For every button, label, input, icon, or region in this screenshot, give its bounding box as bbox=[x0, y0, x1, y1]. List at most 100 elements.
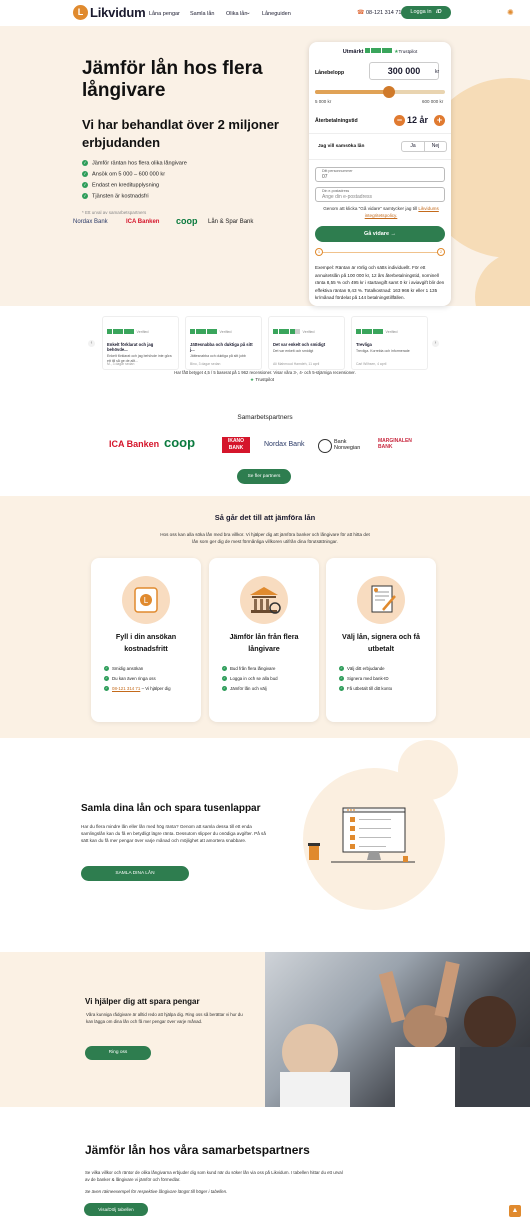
phone-link[interactable]: 08-121 314 71 bbox=[112, 686, 140, 691]
chevron-down-icon[interactable]: ⌄ bbox=[246, 10, 251, 16]
logo-text[interactable]: Likvidum bbox=[90, 5, 146, 20]
more-partners-button[interactable]: Se fler partners bbox=[237, 469, 291, 484]
step-2-indicator: 2 bbox=[437, 248, 445, 256]
step-card-compare: Jämför lån från flera långivare ✓ Bud frå… bbox=[209, 558, 319, 722]
nav-laneguiden[interactable]: Låneguiden bbox=[262, 11, 291, 17]
partner-coop: coop bbox=[164, 435, 196, 450]
amount-label: Lånebelopp bbox=[315, 70, 345, 76]
logo-ica-banken: ICA Banken bbox=[126, 219, 160, 225]
check-icon: ✓ bbox=[82, 193, 88, 199]
samla-illustration-bg bbox=[398, 740, 458, 800]
review-author: Ali Mahmoud Hamdeh, 11 april bbox=[273, 362, 320, 366]
check-icon: ✓ bbox=[339, 686, 344, 692]
hero-title: Jämför lån hos flera långivare bbox=[82, 58, 263, 101]
amount-slider-handle[interactable] bbox=[383, 86, 396, 98]
email-label: Din e-postadress bbox=[322, 189, 350, 193]
review-title: Jättesnabba och duktiga på sitt j... bbox=[190, 342, 253, 352]
nav-olika-lan[interactable]: Olika lån bbox=[226, 11, 247, 17]
toggle-table-button[interactable]: Visa/Dölj tabellen bbox=[84, 1203, 148, 1216]
verified-badge: Verified bbox=[385, 330, 398, 334]
check-text: Ansök om 5 000 – 600 000 kr bbox=[92, 171, 166, 178]
spara-desc: Våra kunniga rådgivare är alltid redo at… bbox=[86, 1012, 243, 1024]
amount-max: 600 000 kr bbox=[422, 99, 444, 104]
check-icon: ✓ bbox=[222, 686, 227, 692]
review-body: Det var enkelt och smidigt bbox=[273, 349, 314, 353]
continue-button[interactable]: Gå vidare → bbox=[315, 226, 445, 242]
ssn-label: Ditt personnummer bbox=[322, 169, 353, 173]
step-card-sign: Välj lån, signera och få utbetalt ✓ Välj … bbox=[326, 558, 436, 722]
step-item: ✓ Du kan även ringa oss bbox=[104, 676, 156, 682]
trustpilot-label: Utmärkt bbox=[342, 48, 364, 55]
arrow-up-icon[interactable]: ▲ bbox=[509, 1205, 521, 1217]
step-title: Välj lån, signera och få utbetalt bbox=[342, 632, 420, 653]
logo-icon[interactable]: L bbox=[73, 5, 88, 20]
spara-section bbox=[0, 952, 266, 1107]
logo-nordax: Nordax Bank bbox=[73, 219, 108, 225]
trustpilot-rating[interactable]: Utmärkt ★Trustpilot bbox=[309, 48, 451, 55]
trustpilot-logo[interactable]: ★ Trustpilot bbox=[250, 377, 274, 383]
consent-text: Genom att klicka "Gå vidare" samtycker j… bbox=[315, 206, 447, 219]
term-label: Återbetalningstid bbox=[315, 118, 358, 124]
check-icon: ✓ bbox=[339, 676, 344, 682]
divider bbox=[309, 133, 451, 134]
verified-badge: Verified bbox=[302, 330, 315, 334]
no-option[interactable]: Nej bbox=[424, 142, 446, 151]
review-card[interactable]: Verified Jättesnabba och duktiga på sitt… bbox=[185, 316, 262, 370]
ssn-field[interactable]: Ditt personnummer 07 bbox=[315, 167, 445, 182]
login-button[interactable]: Logga in iD bbox=[401, 6, 451, 19]
samla-title: Samla dina lån och spara tusenlappar bbox=[81, 803, 261, 814]
spara-title: Vi hjälper dig att spara pengar bbox=[85, 997, 200, 1006]
co-applicant-toggle: Ja Nej bbox=[401, 141, 447, 152]
samla-button[interactable]: SAMLA DINA LÅN bbox=[81, 866, 189, 881]
email-field[interactable]: Din e-postadress Ange din e-postadress bbox=[315, 187, 445, 202]
reviews-next-button[interactable]: › bbox=[432, 340, 439, 347]
trustpilot-text: Trustpilot bbox=[255, 377, 275, 382]
sun-icon[interactable]: ✺ bbox=[507, 9, 515, 17]
partners-title: Samarbetspartners bbox=[237, 414, 293, 421]
logo-lan-spar-bank: Lån & Spar Bank bbox=[208, 219, 254, 225]
amount-input[interactable]: 300 000 bbox=[369, 62, 439, 80]
amount-slider-fill bbox=[315, 90, 390, 94]
check-icon: ✓ bbox=[82, 182, 88, 188]
consent-label: Genom att klicka "Gå vidare" samtycker j… bbox=[323, 206, 418, 211]
review-body: Trevliga. Korrekta och informerade bbox=[356, 349, 410, 353]
hero-decoration bbox=[475, 252, 530, 306]
loan-form-card: Utmärkt ★Trustpilot Lånebelopp 300 000 k… bbox=[309, 42, 451, 306]
check-icon: ✓ bbox=[104, 676, 109, 682]
term-decrease-button[interactable]: − bbox=[394, 115, 405, 126]
reviews-summary: Har fått betyget 4,5 / 5 baserat på 1 96… bbox=[174, 370, 356, 375]
contract-sign-icon bbox=[357, 576, 405, 624]
header-phone[interactable]: 08-121 314 71 bbox=[366, 10, 401, 16]
yes-option[interactable]: Ja bbox=[402, 142, 424, 151]
reviews-prev-button[interactable]: ‹ bbox=[88, 340, 95, 347]
partners-table-desc: Se vilka villkor och räntor de olika lån… bbox=[85, 1170, 343, 1182]
verified-badge: Verified bbox=[136, 330, 149, 334]
review-card[interactable]: Verified Trevliga Trevliga. Korrekta och… bbox=[351, 316, 428, 370]
review-stars bbox=[107, 321, 135, 338]
logo-coop: coop bbox=[176, 216, 198, 226]
term-increase-button[interactable]: + bbox=[434, 115, 445, 126]
divider bbox=[309, 159, 451, 160]
check-icon: ✓ bbox=[104, 686, 109, 692]
step-item: ✓ Smidig ansökan bbox=[104, 666, 144, 672]
bank-norwegian-icon bbox=[318, 439, 332, 453]
review-card[interactable]: Verified Det var enkelt och smidigt Det … bbox=[268, 316, 345, 370]
review-card[interactable]: Verified Enkelt förklarat och jag behövd… bbox=[102, 316, 179, 370]
check-icon: ✓ bbox=[104, 666, 109, 672]
hero-subtitle: Vi har behandlat över 2 miljoner erbjuda… bbox=[82, 117, 279, 150]
co-applicant-label: Jag vill samsöka lån bbox=[318, 144, 365, 149]
login-label: Logga in bbox=[410, 9, 432, 15]
site-header: L Likvidum Låna pengar Samla lån Olika l… bbox=[0, 0, 530, 26]
star-icon: ★ bbox=[250, 377, 255, 382]
hero-check-item: ✓ Endast en kreditupplysning bbox=[82, 182, 159, 188]
samla-desc: Har du flera mindre lån eller lån med hö… bbox=[81, 824, 266, 843]
nav-samla-lan[interactable]: Samla lån bbox=[190, 11, 214, 17]
call-us-button[interactable]: Ring oss bbox=[85, 1046, 151, 1060]
trustpilot-brand: Trustpilot bbox=[398, 48, 418, 54]
step-item: ✓ 08-121 314 71 – Vi hjälper dig bbox=[104, 686, 171, 692]
hero-check-item: ✓ Jämför räntan hos flera olika långivare bbox=[82, 160, 187, 166]
review-stars bbox=[356, 321, 384, 338]
partners-note: * Ett urval av samarbetspartners bbox=[82, 210, 147, 215]
nav-lana-pengar[interactable]: Låna pengar bbox=[149, 11, 180, 17]
partner-ikano: IKANO BANK bbox=[222, 437, 250, 453]
